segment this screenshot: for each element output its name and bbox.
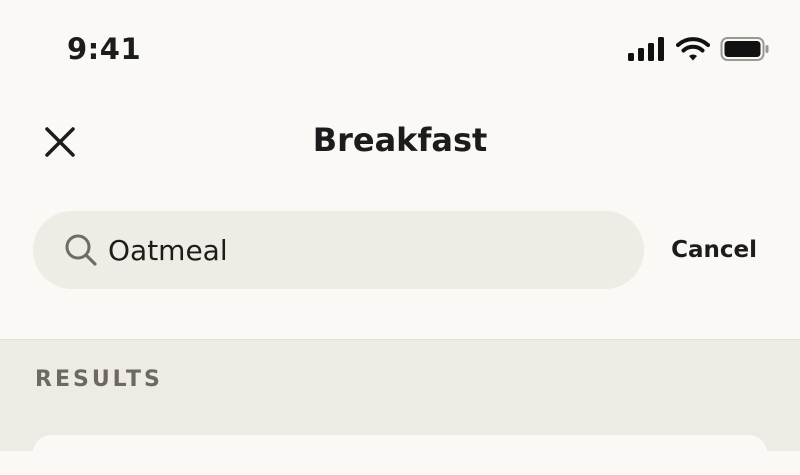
wifi-icon: [676, 37, 710, 61]
battery-icon: [720, 37, 769, 61]
results-header: RESULTS: [35, 367, 163, 392]
status-bar: 9:41: [0, 0, 800, 100]
cellular-signal-icon: [628, 37, 664, 61]
search-icon: [65, 234, 97, 266]
status-time: 9:41: [67, 32, 142, 66]
search-input[interactable]: [108, 211, 628, 289]
nav-bar: Breakfast: [0, 100, 800, 186]
results-section: RESULTS: [0, 339, 800, 475]
search-field[interactable]: [33, 211, 644, 289]
page-title: Breakfast: [312, 121, 488, 159]
status-icons: [628, 36, 770, 62]
search-row: Cancel: [0, 211, 800, 289]
result-card[interactable]: [33, 435, 767, 475]
cancel-button[interactable]: Cancel: [671, 233, 757, 267]
